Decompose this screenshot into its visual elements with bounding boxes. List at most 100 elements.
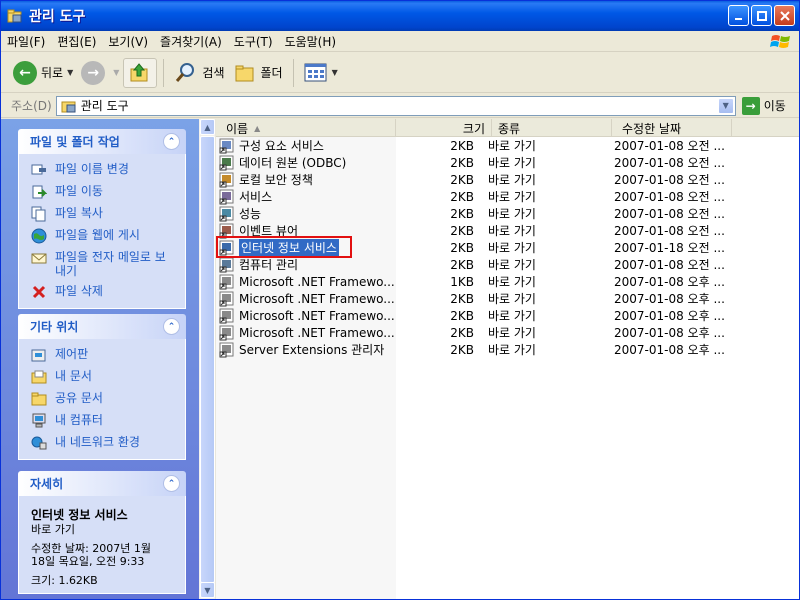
place-control-panel[interactable]: 제어판	[31, 347, 175, 363]
back-arrow-icon: ←	[13, 60, 37, 85]
column-name[interactable]: 이름 ▲	[216, 119, 396, 137]
task-delete[interactable]: 파일 삭제	[31, 284, 175, 300]
task-label: 파일 복사	[55, 206, 103, 220]
go-button[interactable]: → 이동	[741, 96, 786, 115]
maximize-button[interactable]	[751, 5, 772, 26]
file-name-cell: 데이터 원본 (ODBC)	[216, 154, 396, 171]
place-my-computer[interactable]: 내 컴퓨터	[31, 413, 175, 429]
file-size: 2KB	[450, 291, 474, 306]
up-folder-button[interactable]	[123, 57, 158, 88]
file-name-cell: Server Extensions 관리자	[216, 341, 396, 358]
file-row[interactable]: 이벤트 뷰어 2KB 바로 가기 2007-01-08 오전 ...	[216, 222, 799, 239]
vertical-scrollbar[interactable]: ▲ ▼	[199, 119, 216, 599]
views-button[interactable]: ▼	[300, 56, 342, 90]
search-button[interactable]: 검색	[170, 56, 228, 90]
file-row[interactable]: 인터넷 정보 서비스 2KB 바로 가기 2007-01-18 오전 ...	[216, 239, 799, 256]
file-name-cell: 이벤트 뷰어	[216, 222, 396, 239]
file-size: 2KB	[450, 155, 474, 170]
file-name-cell: 로컬 보안 정책	[216, 171, 396, 188]
back-button[interactable]: ← 뒤로 ▼	[9, 56, 77, 90]
task-move[interactable]: 파일 이동	[31, 184, 175, 200]
file-row[interactable]: Server Extensions 관리자 2KB 바로 가기 2007-01-08 …	[216, 341, 799, 358]
panel-header[interactable]: 기타 위치 ⌃	[18, 314, 186, 339]
views-dropdown-icon: ▼	[331, 68, 338, 77]
column-size[interactable]: 크기	[396, 119, 492, 137]
scroll-down-button[interactable]: ▼	[200, 582, 215, 598]
file-row[interactable]: 구성 요소 서비스 2KB 바로 가기 2007-01-08 오전 ...	[216, 137, 799, 154]
file-row[interactable]: 컴퓨터 관리 2KB 바로 가기 2007-01-08 오전 ...	[216, 256, 799, 273]
menu-view[interactable]: 보기(V)	[102, 33, 154, 50]
minimize-button[interactable]	[728, 5, 749, 26]
forward-button[interactable]: → ▼	[77, 56, 123, 90]
file-row[interactable]: 서비스 2KB 바로 가기 2007-01-08 오전 ...	[216, 188, 799, 205]
file-row[interactable]: 로컬 보안 정책 2KB 바로 가기 2007-01-08 오전 ...	[216, 171, 799, 188]
panel-header[interactable]: 파일 및 폴더 작업 ⌃	[18, 129, 186, 154]
file-size: 2KB	[450, 172, 474, 187]
menu-help[interactable]: 도움말(H)	[279, 33, 343, 50]
back-label: 뒤로	[41, 66, 64, 80]
menu-tools[interactable]: 도구(T)	[228, 33, 279, 50]
task-copy[interactable]: 파일 복사	[31, 206, 175, 222]
shortcut-icon	[219, 325, 234, 340]
file-row[interactable]: 데이터 원본 (ODBC) 2KB 바로 가기 2007-01-08 오전 ...	[216, 154, 799, 171]
email-icon	[31, 253, 47, 264]
file-type: 바로 가기	[488, 156, 536, 170]
file-type: 바로 가기	[488, 258, 536, 272]
scroll-thumb[interactable]	[200, 136, 215, 583]
title-bar[interactable]: 관리 도구	[1, 1, 799, 31]
column-header: 이름 ▲ 크기 종류 수정한 날짜	[216, 119, 799, 137]
details-size: 크기: 1.62KB	[31, 574, 98, 587]
file-row[interactable]: Microsoft .NET Framewo... 2KB 바로 가기 2007-01…	[216, 307, 799, 324]
search-icon	[176, 62, 195, 82]
file-size: 2KB	[450, 325, 474, 340]
back-dropdown-icon[interactable]: ▼	[67, 68, 73, 77]
file-type: 바로 가기	[488, 190, 536, 204]
close-button[interactable]	[774, 5, 795, 26]
file-name: Server Extensions 관리자	[239, 343, 385, 357]
file-type: 바로 가기	[488, 309, 536, 323]
task-publish-web[interactable]: 파일을 웹에 게시	[31, 228, 175, 244]
file-size: 2KB	[450, 189, 474, 204]
column-date[interactable]: 수정한 날짜	[612, 119, 732, 137]
forward-arrow-icon: →	[81, 60, 106, 85]
place-my-network[interactable]: 내 네트워크 환경	[31, 435, 175, 451]
task-label: 파일 삭제	[55, 284, 103, 298]
file-row[interactable]: Microsoft .NET Framewo... 1KB 바로 가기 2007-01…	[216, 273, 799, 290]
views-icon	[304, 63, 327, 81]
file-row[interactable]: Microsoft .NET Framewo... 2KB 바로 가기 2007-01…	[216, 324, 799, 341]
place-shared-documents[interactable]: 공유 문서	[31, 391, 175, 407]
shortcut-icon	[219, 308, 234, 323]
window-title: 관리 도구	[29, 9, 86, 25]
scroll-up-button[interactable]: ▲	[200, 119, 215, 135]
place-label: 공유 문서	[55, 391, 103, 405]
folders-button[interactable]: 폴더	[229, 56, 287, 90]
panel-header[interactable]: 자세히 ⌃	[18, 471, 186, 496]
file-date: 2007-01-08 오전 ...	[614, 258, 725, 272]
details-name: 인터넷 정보 서비스	[31, 508, 128, 522]
menu-edit[interactable]: 편집(E)	[51, 33, 102, 50]
file-name: 로컬 보안 정책	[239, 173, 313, 187]
forward-dropdown-icon[interactable]: ▼	[113, 68, 119, 77]
file-row[interactable]: 성능 2KB 바로 가기 2007-01-08 오전 ...	[216, 205, 799, 222]
collapse-chevron-icon[interactable]: ⌃	[163, 318, 180, 335]
address-input[interactable]: 관리 도구 ▼	[55, 95, 736, 116]
menu-file[interactable]: 파일(F)	[1, 33, 51, 50]
collapse-chevron-icon[interactable]: ⌃	[163, 133, 180, 150]
task-email[interactable]: 파일을 전자 메일로 보내기	[31, 250, 175, 278]
column-type[interactable]: 종류	[492, 119, 612, 137]
task-rename[interactable]: 파일 이름 변경	[31, 162, 175, 178]
windows-logo-icon	[769, 32, 793, 52]
file-size: 1KB	[450, 274, 474, 289]
file-date: 2007-01-08 오전 ...	[614, 156, 725, 170]
place-my-documents[interactable]: 내 문서	[31, 369, 175, 385]
task-label: 파일 이동	[55, 184, 103, 198]
explorer-window: 관리 도구 파일(F) 편집(E) 보기(V) 즐겨찾기(A) 도구(T) 도움…	[0, 0, 800, 600]
file-row[interactable]: Microsoft .NET Framewo... 2KB 바로 가기 2007-01…	[216, 290, 799, 307]
collapse-chevron-icon[interactable]: ⌃	[163, 475, 180, 492]
file-date: 2007-01-08 오전 ...	[614, 207, 725, 221]
panel-title: 기타 위치	[30, 320, 79, 334]
file-name-cell: 성능	[216, 205, 396, 222]
details-type: 바로 가기	[31, 523, 75, 536]
address-dropdown-icon[interactable]: ▼	[717, 97, 734, 114]
menu-favorites[interactable]: 즐겨찾기(A)	[154, 33, 228, 50]
